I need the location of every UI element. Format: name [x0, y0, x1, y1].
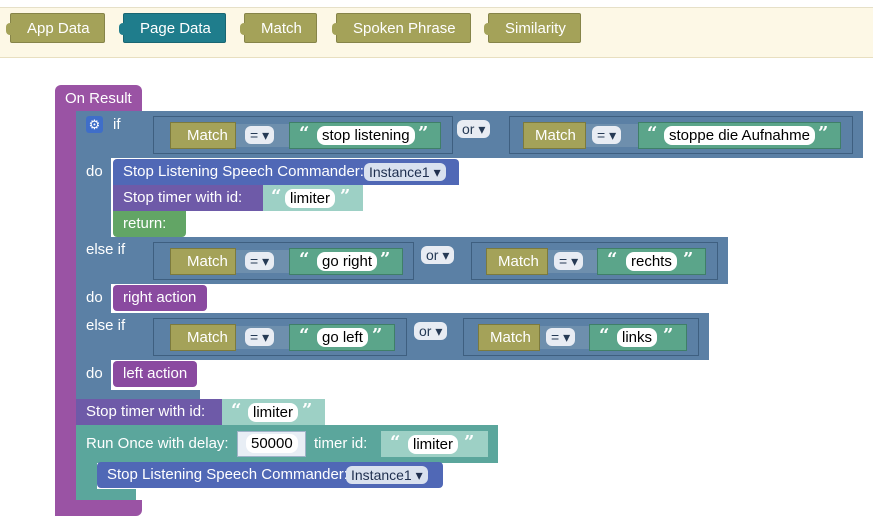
- close-quote-icon: ”: [340, 186, 351, 207]
- else-if-label: else if: [86, 241, 126, 258]
- close-quote-icon: ”: [372, 325, 383, 346]
- run-once-bottom: [76, 489, 136, 500]
- compare-operator-dropdown[interactable]: = ▾: [245, 126, 275, 144]
- tab-spoken-phrase[interactable]: Spoken Phrase: [332, 13, 471, 43]
- close-quote-icon: ”: [663, 325, 674, 346]
- close-quote-icon: ”: [418, 123, 429, 144]
- text-value[interactable]: limiter: [248, 403, 298, 422]
- match-label: Match: [535, 127, 576, 144]
- compare-operator-dropdown[interactable]: = ▾: [245, 328, 275, 346]
- on-result-footer: [55, 500, 142, 516]
- close-quote-icon: ”: [683, 249, 694, 270]
- stop-timer-label: Stop timer with id:: [123, 189, 243, 206]
- on-result-label: On Result: [65, 90, 132, 107]
- match-label: Match: [498, 253, 539, 270]
- or-operator-dropdown[interactable]: or ▾: [421, 246, 455, 264]
- text-value[interactable]: limiter: [285, 189, 335, 208]
- text-value[interactable]: limiter: [408, 435, 458, 454]
- left-action-label: left action: [123, 365, 188, 382]
- stop-listening-label: Stop Listening Speech Commander:: [107, 466, 348, 483]
- stop-listening-label: Stop Listening Speech Commander:: [123, 163, 364, 180]
- close-quote-icon: ”: [380, 249, 391, 270]
- text-value[interactable]: stop listening: [317, 126, 415, 145]
- tab-similarity[interactable]: Similarity: [484, 13, 581, 43]
- open-quote-icon: “: [647, 123, 658, 144]
- do-label: do: [86, 163, 103, 180]
- match-label: Match: [187, 253, 228, 270]
- compare-operator-dropdown[interactable]: = ▾: [554, 252, 584, 270]
- timer-id-label: timer id:: [314, 435, 368, 452]
- if-label: if: [113, 116, 121, 133]
- open-quote-icon: “: [599, 325, 610, 346]
- open-quote-icon: “: [299, 123, 310, 144]
- text-value[interactable]: rechts: [626, 252, 677, 271]
- text-value[interactable]: go left: [317, 328, 368, 347]
- open-quote-icon: “: [299, 325, 310, 346]
- instance-dropdown[interactable]: Instance1 ▾: [364, 163, 446, 181]
- tab-page-data[interactable]: Page Data: [119, 13, 226, 43]
- do-label: do: [86, 365, 103, 382]
- match-label: Match: [490, 329, 531, 346]
- text-value[interactable]: stoppe die Aufnahme: [664, 126, 815, 145]
- open-quote-icon: “: [607, 249, 618, 270]
- open-quote-icon: “: [390, 432, 401, 453]
- text-value[interactable]: links: [617, 328, 658, 347]
- gear-icon[interactable]: ⚙: [86, 116, 103, 133]
- do-label: do: [86, 289, 103, 306]
- or-operator-dropdown[interactable]: or ▾: [457, 120, 491, 138]
- match-label: Match: [187, 329, 228, 346]
- delay-value[interactable]: 50000: [246, 434, 298, 453]
- tab-app-data[interactable]: App Data: [6, 13, 105, 43]
- or-operator-dropdown[interactable]: or ▾: [414, 322, 448, 340]
- run-once-label: Run Once with delay:: [86, 435, 229, 452]
- else-if-label: else if: [86, 317, 126, 334]
- match-label: Match: [187, 127, 228, 144]
- right-action-label: right action: [123, 289, 197, 306]
- tab-match[interactable]: Match: [240, 13, 317, 43]
- close-quote-icon: ”: [464, 432, 475, 453]
- compare-operator-dropdown[interactable]: = ▾: [546, 328, 576, 346]
- close-quote-icon: ”: [818, 123, 829, 144]
- return-label: return:: [123, 215, 167, 232]
- open-quote-icon: “: [231, 400, 242, 421]
- close-quote-icon: ”: [302, 400, 313, 421]
- text-value[interactable]: go right: [317, 252, 378, 271]
- open-quote-icon: “: [271, 186, 282, 207]
- instance-dropdown[interactable]: Instance1 ▾: [346, 466, 428, 484]
- on-result-body: [55, 108, 76, 516]
- compare-operator-dropdown[interactable]: = ▾: [592, 126, 622, 144]
- compare-operator-dropdown[interactable]: = ▾: [245, 252, 275, 270]
- stop-timer-label: Stop timer with id:: [86, 403, 206, 420]
- open-quote-icon: “: [299, 249, 310, 270]
